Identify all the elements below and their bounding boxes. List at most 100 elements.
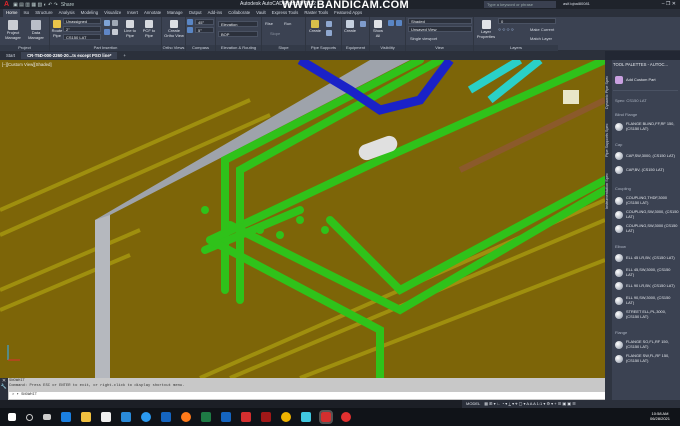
- ie-icon[interactable]: [141, 412, 151, 422]
- palette-item[interactable]: FLANGE SO,FL,RF 150, (CS150 LAT): [615, 339, 679, 349]
- layer-properties-button[interactable]: Layer Properties: [475, 20, 497, 39]
- acrobat-icon[interactable]: [261, 412, 271, 422]
- tab-pipe-supports-spec[interactable]: Pipe Supports Spec: [605, 118, 612, 163]
- hide-icon[interactable]: [396, 20, 402, 26]
- data-manager-button[interactable]: Data Manager: [25, 20, 47, 40]
- file-explorer-icon[interactable]: [81, 412, 91, 422]
- project-manager-button[interactable]: Project Manager: [2, 20, 24, 40]
- tab-dynamic-pipe-spec[interactable]: Dynamic Pipe Spec: [605, 70, 612, 115]
- ribbon-tab-output[interactable]: Output: [186, 9, 205, 17]
- share-button[interactable]: Share: [61, 2, 74, 8]
- app-icon[interactable]: [301, 412, 311, 422]
- model-space-button[interactable]: MODEL: [466, 400, 480, 408]
- route-pipe-button[interactable]: Route Pipe: [51, 20, 63, 38]
- autocad-active-icon[interactable]: [319, 410, 333, 424]
- create-pipe-support-button[interactable]: Create: [308, 20, 322, 34]
- outlook-icon[interactable]: [161, 412, 171, 422]
- palette-item[interactable]: COUPLING,SW,3000, (CS150 LAT): [615, 209, 679, 219]
- spec-dropdown[interactable]: Unassigned: [63, 18, 101, 24]
- palette-item[interactable]: ELL 90 LR,BV, (CS150 LAT): [615, 282, 679, 290]
- visual-style-dropdown[interactable]: Shaded: [408, 18, 472, 24]
- ribbon-tab-analysis[interactable]: Analysis: [56, 9, 78, 17]
- palette-item[interactable]: FLANGE SW,FL,RF 150, (CS150 LAT): [615, 353, 679, 363]
- tab-instrumentation-spec[interactable]: Instrumentation Spec: [605, 166, 612, 216]
- create-equipment-button[interactable]: Create: [343, 20, 357, 34]
- status-toggle-icons[interactable]: ▦ ⊞ ▾ ∟ ◔ ▾ ⟂ ▾ ⌖ ▢ ▾ A A A 1:1 ▾ ⚙ ▾ + …: [484, 400, 576, 408]
- spec-name-dropdown[interactable]: CS150 LAT: [63, 34, 101, 40]
- support-tool-icon[interactable]: [326, 30, 332, 36]
- palette-item[interactable]: ELL 90,SW,3000, (CS150 LAT): [615, 295, 679, 305]
- layer-dropdown[interactable]: 0: [498, 18, 556, 24]
- mail-icon[interactable]: [121, 412, 131, 422]
- model-viewport[interactable]: [–][Custom View][Shaded]: [0, 60, 605, 378]
- ribbon-tab-featured-apps[interactable]: Featured Apps: [331, 9, 365, 17]
- bandicam-icon[interactable]: [341, 412, 351, 422]
- ribbon-tab-home[interactable]: Home: [3, 9, 21, 17]
- command-line-controls[interactable]: ✕ 🔧: [0, 378, 8, 400]
- palette-item[interactable]: FLANGE BLIND,FF,RF 150, (CS150 LAT): [615, 121, 679, 131]
- window-controls[interactable]: – ❐ ✕: [662, 1, 676, 7]
- ribbon-tab-iso[interactable]: Iso: [20, 9, 32, 17]
- ribbon-tab-visualize[interactable]: Visualize: [101, 9, 124, 17]
- excel-icon[interactable]: [201, 412, 211, 422]
- autocad-logo[interactable]: A: [4, 1, 9, 8]
- isolate-icon[interactable]: [388, 20, 394, 26]
- ribbon-tab-modeling[interactable]: Modeling: [78, 9, 101, 17]
- layer-tools-icons[interactable]: ⟐ ⟐ ⟐ ⟐: [498, 27, 514, 32]
- quick-access-toolbar-icons[interactable]: ▣ ▤ ▥ ▦ ▧ ◐ ↶ ↷: [13, 2, 58, 8]
- chrome-icon[interactable]: [281, 412, 291, 422]
- ribbon-tab-raster-tools[interactable]: Raster Tools: [301, 9, 331, 17]
- run-label[interactable]: Run: [284, 21, 291, 26]
- search-icon[interactable]: [26, 413, 33, 421]
- palette-item[interactable]: CAP,BV, (CS150 LAT): [615, 166, 679, 174]
- palette-item[interactable]: COUPLING,SW,3000 (CS150 LAT): [615, 223, 679, 233]
- new-tab-button[interactable]: +: [117, 52, 132, 59]
- tab-start[interactable]: Start: [0, 52, 21, 59]
- insert-tool-icon[interactable]: [104, 20, 110, 26]
- pcf-to-pipe-button[interactable]: PCF to Pipe: [140, 20, 158, 38]
- viewport-label[interactable]: [–][Custom View][Shaded]: [2, 62, 52, 67]
- edge-icon[interactable]: [61, 412, 71, 422]
- compass-step-dropdown[interactable]: 5°: [195, 27, 214, 33]
- viewport-config-dropdown[interactable]: Single viewport: [410, 36, 437, 41]
- show-all-button[interactable]: Show All: [372, 20, 384, 38]
- start-icon[interactable]: [8, 413, 16, 421]
- insert-tool-icon[interactable]: [104, 29, 110, 35]
- compass-toggle-icon[interactable]: [187, 19, 193, 25]
- insert-tool-icon[interactable]: [112, 20, 118, 26]
- firefox-icon[interactable]: [181, 412, 191, 422]
- task-view-icon[interactable]: [43, 414, 51, 420]
- rise-label[interactable]: Rise: [265, 21, 273, 26]
- ribbon-tab-express-tools[interactable]: Express Tools: [269, 9, 302, 17]
- ribbon-tab-manage[interactable]: Manage: [164, 9, 186, 17]
- compass-snap-icon[interactable]: [187, 27, 193, 33]
- line-to-pipe-button[interactable]: Line to Pipe: [121, 20, 139, 38]
- palette-item[interactable]: CAP,SW,3000, (CS150 LAT): [615, 152, 679, 160]
- clock[interactable]: 10:58 AM 06/28/2021: [650, 411, 670, 421]
- palette-item[interactable]: ELL 45,SW,3000, (CS150 LAT): [615, 267, 679, 277]
- ribbon-tab-annotate[interactable]: Annotate: [141, 9, 164, 17]
- tab-current-drawing[interactable]: CR-T5D-000-2260-20...ts except PSO line*: [21, 52, 118, 59]
- saved-view-dropdown[interactable]: Unsaved View: [408, 26, 472, 32]
- equipment-tool-icon[interactable]: [360, 21, 366, 27]
- bop-dropdown[interactable]: BOP: [218, 31, 258, 37]
- insert-tool-icon[interactable]: [112, 29, 118, 35]
- palette-item[interactable]: COUPLING,THDF,3000 (CS150 LAT): [615, 195, 679, 205]
- palette-item[interactable]: STREET ELL,PL,3000, (CS150 LAT): [615, 309, 679, 319]
- command-input[interactable]: > ▾ SNOWHIT: [9, 392, 605, 399]
- add-custom-part-button[interactable]: Add Custom Part: [615, 76, 679, 84]
- store-icon[interactable]: [101, 412, 111, 422]
- make-current-button[interactable]: Make Current: [530, 27, 554, 32]
- user-account[interactable]: asif.iqbal80081: [563, 1, 590, 6]
- compass-angle-dropdown[interactable]: 45°: [195, 19, 214, 25]
- palette-item[interactable]: ELL 45 LR,BV, (CS150 LAT): [615, 254, 679, 262]
- elevation-field[interactable]: Elevation: [218, 21, 258, 27]
- slope-label[interactable]: Slope: [270, 31, 280, 36]
- ribbon-tab-vault[interactable]: Vault: [253, 9, 268, 17]
- search-input[interactable]: Type a keyword or phrase: [484, 1, 556, 8]
- size-dropdown[interactable]: 2": [63, 26, 101, 32]
- ribbon-tab-collaborate[interactable]: Collaborate: [225, 9, 253, 17]
- autocad-icon[interactable]: [241, 412, 251, 422]
- support-tool-icon[interactable]: [326, 21, 332, 27]
- match-layer-button[interactable]: Match Layer: [530, 36, 552, 41]
